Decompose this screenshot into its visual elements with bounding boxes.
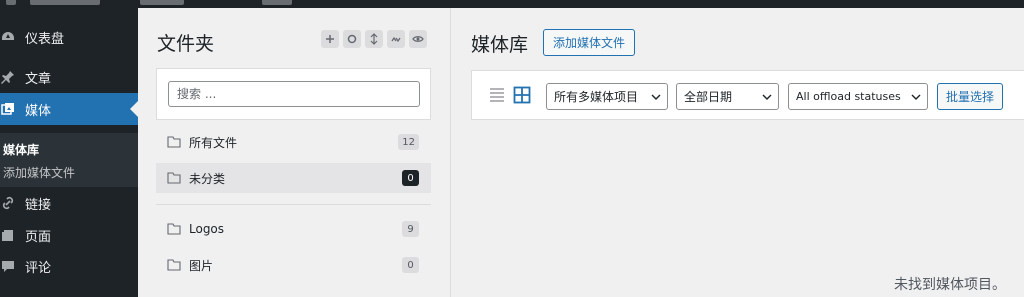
date-filter-value: 全部日期	[684, 90, 733, 104]
menu-item-media[interactable]: 媒体	[0, 93, 138, 125]
submenu-item-add-media[interactable]: 添加媒体文件	[3, 164, 75, 181]
menu-item-label: 页面	[25, 229, 52, 245]
folder-name: 所有文件	[189, 135, 238, 150]
wordpress-logo-icon[interactable]	[6, 0, 16, 5]
folder-icon	[167, 259, 181, 271]
menu-item-links[interactable]: 链接	[0, 187, 138, 219]
folder-icon	[167, 223, 181, 235]
date-filter[interactable]: 全部日期	[676, 83, 779, 110]
media-submenu: 媒体库 添加媒体文件	[0, 133, 138, 187]
folder-item-logos[interactable]: Logos 9	[156, 214, 431, 244]
add-media-button[interactable]: 添加媒体文件	[543, 29, 636, 56]
folder-search-input[interactable]	[168, 81, 420, 107]
folder-item-all[interactable]: 所有文件 12	[156, 127, 431, 157]
page-title: 媒体库	[471, 34, 529, 56]
admin-bar-item[interactable]	[140, 0, 184, 5]
folder-panel: 文件夹 所有文件 12 未分类 0 Logos 9	[138, 8, 451, 297]
folder-count-badge: 12	[398, 134, 419, 150]
menu-item-label: 评论	[25, 260, 52, 276]
admin-sidebar: 仪表盘 文章 媒体 媒体库 添加媒体文件 链接 页面 评论	[0, 8, 138, 297]
folder-item-uncategorized[interactable]: 未分类 0	[156, 163, 431, 193]
chevron-down-icon	[911, 94, 921, 100]
chevron-down-icon	[651, 94, 661, 100]
menu-item-label: 媒体	[25, 103, 52, 119]
admin-bar-item[interactable]	[262, 0, 292, 5]
media-type-filter-value: 所有多媒体项目	[554, 90, 639, 104]
folder-toolbar	[321, 30, 427, 48]
sort-icon[interactable]	[365, 30, 383, 48]
plus-icon[interactable]	[321, 30, 339, 48]
folder-panel-title: 文件夹	[157, 33, 215, 55]
folder-count-badge: 0	[402, 257, 419, 273]
menu-item-comments[interactable]: 评论	[0, 250, 138, 282]
menu-item-label: 仪表盘	[25, 31, 65, 47]
menu-item-label: 链接	[25, 197, 52, 213]
folder-icon	[167, 136, 181, 148]
grid-view-icon[interactable]	[513, 86, 531, 104]
pushpin-icon	[1, 70, 15, 84]
folder-search-container	[156, 68, 431, 120]
menu-item-pages[interactable]: 页面	[0, 219, 138, 251]
menu-item-posts[interactable]: 文章	[0, 61, 138, 93]
folder-count-badge: 9	[402, 221, 419, 237]
media-icon	[1, 102, 15, 116]
circle-icon[interactable]	[343, 30, 361, 48]
offload-status-filter[interactable]: All offload statuses	[788, 83, 928, 110]
folder-name: Logos	[189, 222, 225, 236]
no-media-message: 未找到媒体项目。	[894, 277, 1006, 293]
eye-icon[interactable]	[409, 30, 427, 48]
menu-item-dashboard[interactable]: 仪表盘	[0, 21, 138, 53]
media-toolbar: 所有多媒体项目 全部日期 All offload statuses 批量选择	[471, 70, 1024, 120]
folder-divider	[156, 204, 431, 205]
menu-item-label: 文章	[25, 71, 52, 87]
media-library-main: 媒体库 添加媒体文件 所有多媒体项目 全部日期 All offload stat…	[451, 8, 1024, 297]
folder-item-images[interactable]: 图片 0	[156, 250, 431, 280]
bulk-select-button[interactable]: 批量选择	[937, 83, 1004, 110]
folder-count-badge: 0	[402, 170, 419, 186]
submenu-item-library[interactable]: 媒体库	[3, 141, 39, 158]
chevron-down-icon	[762, 94, 772, 100]
admin-bar	[0, 0, 1024, 8]
collapse-icon[interactable]	[387, 30, 405, 48]
dashboard-icon	[1, 30, 15, 44]
link-icon	[1, 196, 15, 210]
site-name-link[interactable]	[30, 0, 100, 5]
comment-icon	[1, 259, 15, 273]
folder-icon	[167, 172, 181, 184]
media-type-filter[interactable]: 所有多媒体项目	[546, 83, 668, 110]
offload-status-filter-value: All offload statuses	[796, 90, 901, 103]
list-view-icon[interactable]	[488, 86, 506, 104]
pages-icon	[1, 228, 15, 242]
folder-name: 图片	[189, 258, 214, 273]
folder-name: 未分类	[189, 171, 226, 186]
